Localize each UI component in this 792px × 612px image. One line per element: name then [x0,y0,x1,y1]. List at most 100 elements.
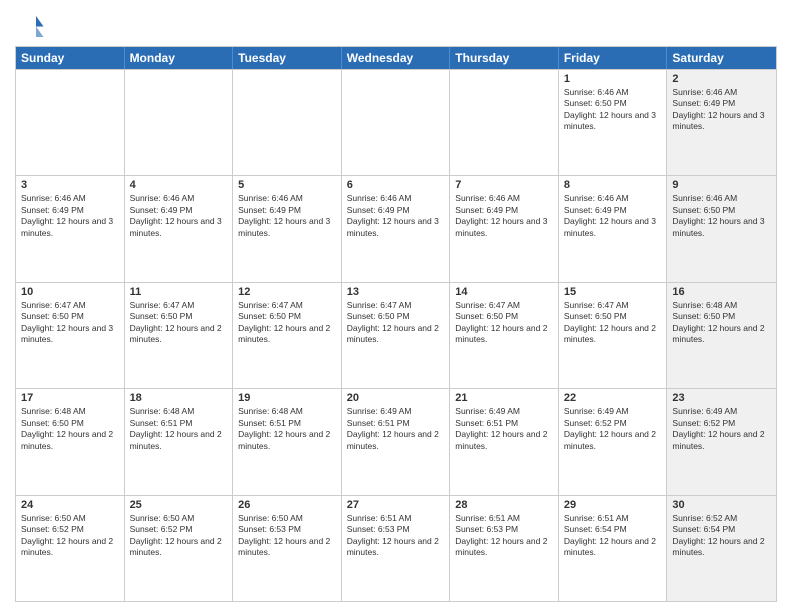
cell-content: Sunrise: 6:51 AM Sunset: 6:53 PM Dayligh… [455,513,553,559]
day-number: 14 [455,286,553,298]
cal-cell-24: 24 Sunrise: 6:50 AM Sunset: 6:52 PM Dayli… [16,496,125,601]
cal-week-3: 10 Sunrise: 6:47 AM Sunset: 6:50 PM Dayli… [16,282,776,388]
day-number: 21 [455,392,553,404]
cal-header-day-thursday: Thursday [450,47,559,69]
cell-content: Sunrise: 6:46 AM Sunset: 6:49 PM Dayligh… [564,193,662,239]
cal-cell-11: 11 Sunrise: 6:47 AM Sunset: 6:50 PM Dayli… [125,283,234,388]
cal-header-day-friday: Friday [559,47,668,69]
day-number: 26 [238,499,336,511]
cal-cell-28: 28 Sunrise: 6:51 AM Sunset: 6:53 PM Dayli… [450,496,559,601]
cell-content: Sunrise: 6:46 AM Sunset: 6:50 PM Dayligh… [564,87,662,133]
cell-content: Sunrise: 6:46 AM Sunset: 6:49 PM Dayligh… [130,193,228,239]
cal-cell-9: 9 Sunrise: 6:46 AM Sunset: 6:50 PM Daylig… [667,176,776,281]
cell-content: Sunrise: 6:47 AM Sunset: 6:50 PM Dayligh… [130,300,228,346]
cal-cell-15: 15 Sunrise: 6:47 AM Sunset: 6:50 PM Dayli… [559,283,668,388]
cell-content: Sunrise: 6:46 AM Sunset: 6:49 PM Dayligh… [238,193,336,239]
day-number: 23 [672,392,771,404]
cal-cell-13: 13Sunrise: 6:47 AM Sunset: 6:50 PM Dayli… [342,283,451,388]
cell-content: Sunrise: 6:46 AM Sunset: 6:49 PM Dayligh… [21,193,119,239]
cal-header-day-wednesday: Wednesday [342,47,451,69]
cal-cell-22: 22 Sunrise: 6:49 AM Sunset: 6:52 PM Dayli… [559,389,668,494]
cal-cell-1: 1Sunrise: 6:46 AM Sunset: 6:50 PM Daylig… [559,70,668,175]
cell-content: Sunrise: 6:51 AM Sunset: 6:53 PM Dayligh… [347,513,445,559]
cell-content: Sunrise: 6:48 AM Sunset: 6:51 PM Dayligh… [130,406,228,452]
cal-header-day-saturday: Saturday [667,47,776,69]
day-number: 11 [130,286,228,298]
calendar-body: 1Sunrise: 6:46 AM Sunset: 6:50 PM Daylig… [16,69,776,601]
cal-cell-empty-0 [16,70,125,175]
day-number: 16 [672,286,771,298]
calendar-header: SundayMondayTuesdayWednesdayThursdayFrid… [16,47,776,69]
cell-content: Sunrise: 6:50 AM Sunset: 6:52 PM Dayligh… [21,513,119,559]
cal-cell-21: 21 Sunrise: 6:49 AM Sunset: 6:51 PM Dayli… [450,389,559,494]
cell-content: Sunrise: 6:48 AM Sunset: 6:50 PM Dayligh… [672,300,771,346]
cell-content: Sunrise: 6:46 AM Sunset: 6:49 PM Dayligh… [672,87,771,133]
page: SundayMondayTuesdayWednesdayThursdayFrid… [0,0,792,612]
day-number: 2 [672,73,771,85]
cell-content: Sunrise: 6:49 AM Sunset: 6:52 PM Dayligh… [564,406,662,452]
cal-cell-29: 29 Sunrise: 6:51 AM Sunset: 6:54 PM Dayli… [559,496,668,601]
day-number: 7 [455,179,553,191]
day-number: 9 [672,179,771,191]
day-number: 10 [21,286,119,298]
cal-cell-18: 18Sunrise: 6:48 AM Sunset: 6:51 PM Dayli… [125,389,234,494]
header [15,10,777,40]
cell-content: Sunrise: 6:48 AM Sunset: 6:50 PM Dayligh… [21,406,119,452]
cell-content: Sunrise: 6:48 AM Sunset: 6:51 PM Dayligh… [238,406,336,452]
cell-content: Sunrise: 6:49 AM Sunset: 6:52 PM Dayligh… [672,406,771,452]
cal-week-1: 1Sunrise: 6:46 AM Sunset: 6:50 PM Daylig… [16,69,776,175]
day-number: 29 [564,499,662,511]
day-number: 4 [130,179,228,191]
cal-week-4: 17 Sunrise: 6:48 AM Sunset: 6:50 PM Dayli… [16,388,776,494]
cal-cell-6: 6Sunrise: 6:46 AM Sunset: 6:49 PM Daylig… [342,176,451,281]
day-number: 6 [347,179,445,191]
cal-cell-20: 20Sunrise: 6:49 AM Sunset: 6:51 PM Dayli… [342,389,451,494]
cal-header-day-monday: Monday [125,47,234,69]
calendar: SundayMondayTuesdayWednesdayThursdayFrid… [15,46,777,602]
cell-content: Sunrise: 6:51 AM Sunset: 6:54 PM Dayligh… [564,513,662,559]
day-number: 27 [347,499,445,511]
cal-week-5: 24 Sunrise: 6:50 AM Sunset: 6:52 PM Dayli… [16,495,776,601]
cell-content: Sunrise: 6:46 AM Sunset: 6:49 PM Dayligh… [455,193,553,239]
cal-cell-8: 8 Sunrise: 6:46 AM Sunset: 6:49 PM Daylig… [559,176,668,281]
day-number: 28 [455,499,553,511]
day-number: 25 [130,499,228,511]
cal-header-day-sunday: Sunday [16,47,125,69]
cell-content: Sunrise: 6:49 AM Sunset: 6:51 PM Dayligh… [347,406,445,452]
cell-content: Sunrise: 6:47 AM Sunset: 6:50 PM Dayligh… [564,300,662,346]
cal-week-2: 3Sunrise: 6:46 AM Sunset: 6:49 PM Daylig… [16,175,776,281]
cal-cell-25: 25 Sunrise: 6:50 AM Sunset: 6:52 PM Dayli… [125,496,234,601]
cal-cell-10: 10 Sunrise: 6:47 AM Sunset: 6:50 PM Dayli… [16,283,125,388]
day-number: 19 [238,392,336,404]
day-number: 12 [238,286,336,298]
day-number: 24 [21,499,119,511]
cal-cell-4: 4 Sunrise: 6:46 AM Sunset: 6:49 PM Daylig… [125,176,234,281]
cell-content: Sunrise: 6:47 AM Sunset: 6:50 PM Dayligh… [238,300,336,346]
cal-cell-26: 26 Sunrise: 6:50 AM Sunset: 6:53 PM Dayli… [233,496,342,601]
cell-content: Sunrise: 6:49 AM Sunset: 6:51 PM Dayligh… [455,406,553,452]
cal-cell-3: 3Sunrise: 6:46 AM Sunset: 6:49 PM Daylig… [16,176,125,281]
cal-cell-17: 17 Sunrise: 6:48 AM Sunset: 6:50 PM Dayli… [16,389,125,494]
cell-content: Sunrise: 6:47 AM Sunset: 6:50 PM Dayligh… [21,300,119,346]
cal-cell-14: 14 Sunrise: 6:47 AM Sunset: 6:50 PM Dayli… [450,283,559,388]
cell-content: Sunrise: 6:47 AM Sunset: 6:50 PM Dayligh… [455,300,553,346]
cal-cell-empty-2 [233,70,342,175]
cell-content: Sunrise: 6:50 AM Sunset: 6:52 PM Dayligh… [130,513,228,559]
cal-cell-2: 2 Sunrise: 6:46 AM Sunset: 6:49 PM Daylig… [667,70,776,175]
cal-cell-12: 12 Sunrise: 6:47 AM Sunset: 6:50 PM Dayli… [233,283,342,388]
logo [15,10,49,40]
day-number: 22 [564,392,662,404]
day-number: 17 [21,392,119,404]
cal-cell-5: 5Sunrise: 6:46 AM Sunset: 6:49 PM Daylig… [233,176,342,281]
cal-cell-empty-1 [125,70,234,175]
day-number: 30 [672,499,771,511]
day-number: 8 [564,179,662,191]
cal-cell-19: 19 Sunrise: 6:48 AM Sunset: 6:51 PM Dayli… [233,389,342,494]
day-number: 15 [564,286,662,298]
cell-content: Sunrise: 6:46 AM Sunset: 6:50 PM Dayligh… [672,193,771,239]
cal-cell-16: 16 Sunrise: 6:48 AM Sunset: 6:50 PM Dayli… [667,283,776,388]
cal-cell-7: 7 Sunrise: 6:46 AM Sunset: 6:49 PM Daylig… [450,176,559,281]
day-number: 13 [347,286,445,298]
cal-header-day-tuesday: Tuesday [233,47,342,69]
cell-content: Sunrise: 6:50 AM Sunset: 6:53 PM Dayligh… [238,513,336,559]
